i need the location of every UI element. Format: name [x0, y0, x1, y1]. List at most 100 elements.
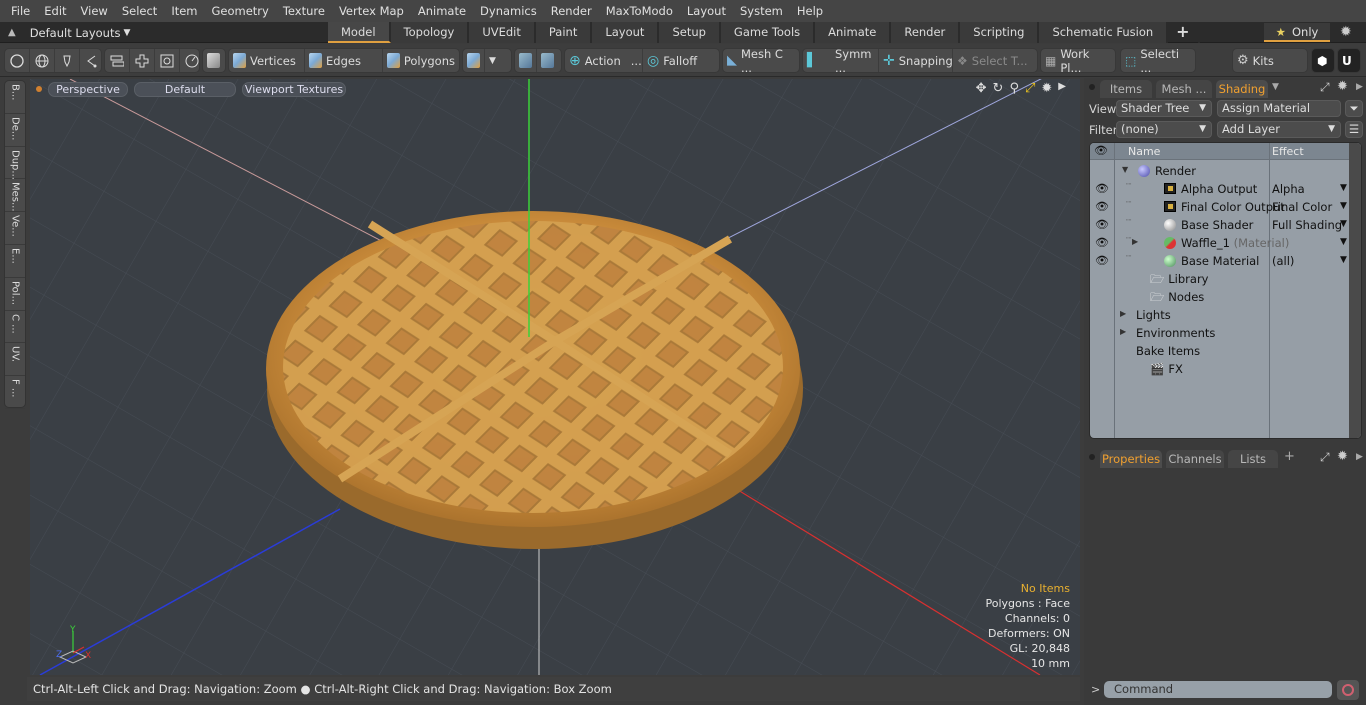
command-input[interactable]: Command: [1104, 681, 1332, 698]
radial-tool-button[interactable]: [180, 49, 204, 72]
tree-item-effect[interactable]: Full Shading: [1272, 218, 1342, 232]
visibility-eye-icon[interactable]: 👁: [1095, 182, 1109, 195]
panel-gear-icon[interactable]: ✹: [1337, 79, 1348, 94]
snapping-button[interactable]: ✛ Snapping: [879, 49, 953, 72]
material-mode-dropdown[interactable]: ▼: [485, 49, 500, 72]
panel-menu-dot[interactable]: [1089, 84, 1095, 90]
menu-render[interactable]: Render: [544, 0, 599, 22]
tab-setup[interactable]: Setup: [659, 22, 721, 43]
tab-topology[interactable]: Topology: [390, 22, 470, 43]
menu-select[interactable]: Select: [115, 0, 164, 22]
tree-item-effect[interactable]: Alpha: [1272, 182, 1305, 196]
tab-lists[interactable]: Lists: [1228, 450, 1278, 468]
add-tab-button[interactable]: +: [1168, 22, 1200, 43]
move-view-icon[interactable]: ✥: [976, 81, 987, 96]
viewport-gear-icon[interactable]: ✹: [1041, 81, 1052, 96]
menu-texture[interactable]: Texture: [276, 0, 332, 22]
visibility-eye-icon[interactable]: 👁: [1095, 254, 1109, 267]
assign-material-button[interactable]: Assign Material: [1217, 100, 1341, 117]
bezier-tool-button[interactable]: [80, 49, 104, 72]
mesh-constraint-button[interactable]: ◣ Mesh C ...: [723, 47, 799, 75]
tree-row-final-color-output[interactable]: 👁 ┈ Final Color Output Final Color ▼: [1090, 198, 1351, 216]
expand-right-icon[interactable]: ▶: [1058, 81, 1066, 96]
maximize-panel-icon[interactable]: ⤢: [1320, 450, 1330, 465]
menu-vertex-map[interactable]: Vertex Map: [332, 0, 411, 22]
panel-menu-dot[interactable]: [1089, 454, 1095, 460]
visibility-eye-icon[interactable]: 👁: [1095, 200, 1109, 213]
work-plane-button[interactable]: ▦ Work Pl...: [1041, 47, 1115, 75]
tree-row-lights[interactable]: ▶ Lights: [1090, 306, 1351, 324]
zoom-view-icon[interactable]: ⚲: [1009, 81, 1019, 96]
shading-style-dropdown[interactable]: Default: [134, 81, 236, 97]
effect-dropdown-icon[interactable]: ▼: [1340, 237, 1347, 247]
menu-file[interactable]: File: [4, 0, 37, 22]
list-options-button[interactable]: ☰: [1345, 121, 1363, 138]
tree-row-bake-items[interactable]: Bake Items: [1090, 342, 1351, 360]
tab-layout[interactable]: Layout: [592, 22, 660, 43]
viewport-menu-dot[interactable]: [36, 86, 42, 92]
expand-right-icon[interactable]: ▶: [1356, 82, 1363, 92]
view-dropdown[interactable]: Shader Tree ▼: [1116, 100, 1212, 117]
tree-row-waffle-1[interactable]: 👁 ┈ ▶ Waffle_1 (Material) ▼: [1090, 234, 1351, 252]
action-center-button[interactable]: ⊕ Action...: [565, 49, 643, 72]
panel-gear-icon[interactable]: ✹: [1337, 449, 1348, 464]
tree-row-base-shader[interactable]: 👁 ┈ Base Shader Full Shading ▼: [1090, 216, 1351, 234]
material-mode-button[interactable]: [463, 49, 485, 72]
filter-dropdown[interactable]: (none) ▼: [1116, 121, 1212, 138]
collapse-arrow-icon[interactable]: ▼: [1122, 165, 1128, 174]
expand-arrow-icon[interactable]: ▶: [1120, 327, 1126, 336]
menu-view[interactable]: View: [74, 0, 115, 22]
tab-properties[interactable]: Properties: [1100, 450, 1162, 468]
name-column-header[interactable]: Name: [1128, 145, 1160, 158]
effect-dropdown-icon[interactable]: ▼: [1340, 183, 1347, 193]
menu-layout[interactable]: Layout: [680, 0, 733, 22]
unity-button[interactable]: ⬢: [1311, 48, 1335, 73]
visibility-eye-icon[interactable]: 👁: [1095, 218, 1109, 231]
menu-item[interactable]: Item: [164, 0, 204, 22]
circle-tool-button[interactable]: [5, 49, 30, 72]
gear-icon[interactable]: ✹: [1340, 24, 1352, 40]
unreal-button[interactable]: U: [1337, 48, 1361, 73]
effect-column-header[interactable]: Effect: [1272, 145, 1304, 158]
tree-row-alpha-output[interactable]: 👁 ┈ Alpha Output Alpha ▼: [1090, 180, 1351, 198]
tab-scripting[interactable]: Scripting: [960, 22, 1040, 43]
expand-right-icon[interactable]: ▶: [1356, 452, 1363, 462]
tree-row-library[interactable]: 🗁 Library: [1090, 270, 1351, 288]
menu-geometry[interactable]: Geometry: [205, 0, 276, 22]
tab-shading[interactable]: Shading: [1216, 80, 1268, 98]
tab-game-tools[interactable]: Game Tools: [720, 22, 816, 43]
left-tool-tab[interactable]: UV.: [5, 343, 25, 377]
tab-paint[interactable]: Paint: [535, 22, 593, 43]
center-button[interactable]: [515, 49, 537, 72]
tab-model[interactable]: Model: [328, 22, 391, 43]
tab-channels[interactable]: Channels: [1166, 450, 1224, 468]
sphere-tool-button[interactable]: [30, 49, 55, 72]
expand-arrow-icon[interactable]: ▶: [1132, 237, 1138, 246]
add-tab-icon[interactable]: +: [1284, 449, 1295, 464]
tab-mesh[interactable]: Mesh ...: [1156, 80, 1212, 98]
tab-schematic-fusion[interactable]: Schematic Fusion: [1039, 22, 1169, 43]
left-tool-tab[interactable]: Ve...: [5, 212, 25, 245]
selection-sets-button[interactable]: ⬚ Selecti ...: [1121, 47, 1195, 75]
menu-animate[interactable]: Animate: [411, 0, 473, 22]
3d-viewport[interactable]: Y X Z Perspective Default Viewport Textu…: [30, 79, 1080, 675]
viewport-textures-dropdown[interactable]: Viewport Textures: [242, 81, 346, 97]
menu-system[interactable]: System: [733, 0, 790, 22]
bevel-tool-button[interactable]: [105, 49, 130, 72]
maximize-panel-icon[interactable]: ⤢: [1320, 80, 1330, 95]
tab-uvedit[interactable]: UVEdit: [469, 22, 536, 43]
tabs-dropdown-icon[interactable]: ▼: [1272, 82, 1279, 92]
unwrap-tool-button[interactable]: [130, 49, 155, 72]
left-tool-tab[interactable]: B...: [5, 81, 25, 114]
record-macro-button[interactable]: [1337, 680, 1359, 700]
tree-row-fx[interactable]: 🎬 FX: [1090, 360, 1351, 378]
expand-arrow-icon[interactable]: ▶: [1120, 309, 1126, 318]
tree-row-base-material[interactable]: 👁 ┈ Base Material (all) ▼: [1090, 252, 1351, 270]
pivot-button[interactable]: [537, 49, 558, 72]
left-tool-tab[interactable]: C ...: [5, 311, 25, 344]
visibility-eye-icon[interactable]: 👁: [1095, 236, 1109, 249]
pen-tool-button[interactable]: [55, 49, 80, 72]
effect-dropdown-icon[interactable]: ▼: [1340, 201, 1347, 211]
left-tool-tab[interactable]: Dup...: [5, 147, 25, 180]
effect-dropdown-icon[interactable]: ▼: [1340, 219, 1347, 229]
